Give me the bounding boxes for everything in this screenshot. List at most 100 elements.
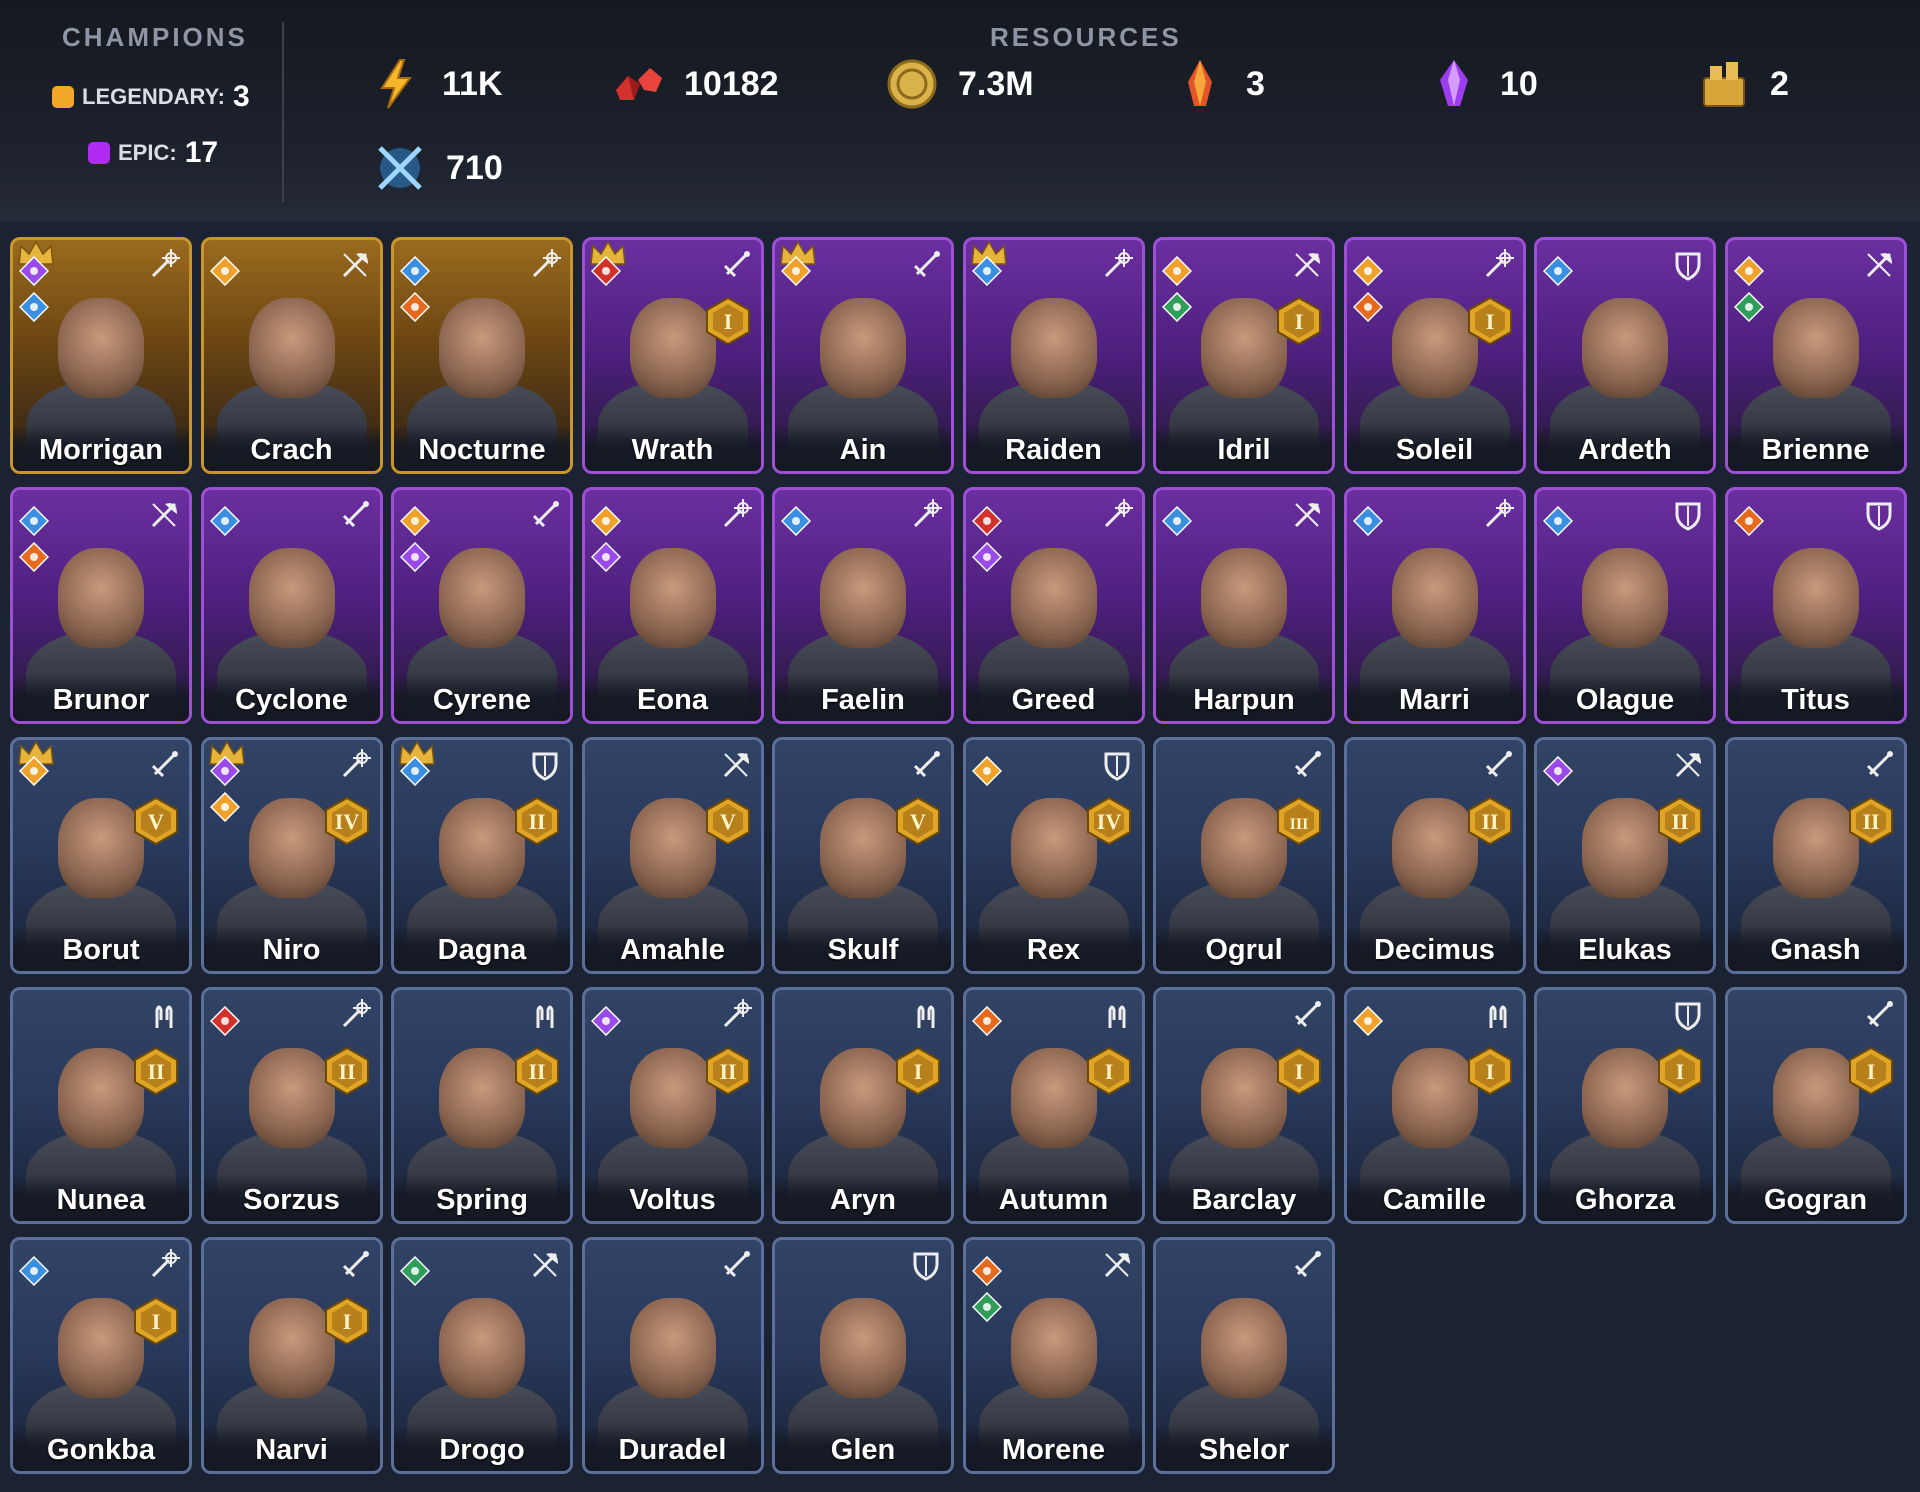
rank-numeral: II [1862, 809, 1879, 834]
portrait-head [1201, 548, 1287, 648]
champion-card-sorzus[interactable]: II Sorzus [200, 987, 383, 1224]
champion-name: Ogrul [1156, 925, 1332, 971]
champion-name: Eona [584, 675, 761, 721]
champion-card-duradel[interactable]: Duradel [581, 1237, 764, 1474]
portrait-head [1010, 298, 1097, 398]
champion-card-spring[interactable]: II Spring [391, 987, 573, 1224]
champion-card-raiden[interactable]: Raiden [962, 237, 1145, 474]
champion-card-nunea[interactable]: II Nunea [10, 987, 192, 1224]
axe-class-icon [723, 752, 749, 778]
champion-card-wrath[interactable]: I Wrath [581, 237, 764, 474]
champion-card-greed[interactable]: Greed [962, 487, 1145, 724]
champion-card-skulf[interactable]: V Skulf [772, 737, 954, 974]
champion-card-ghorza[interactable]: I Ghorza [1534, 987, 1716, 1224]
force-affinity-icon [1162, 256, 1192, 286]
portrait-head [248, 1298, 335, 1398]
champion-card-brunor[interactable]: Brunor [10, 487, 192, 724]
portrait-head [1201, 298, 1287, 398]
shield-class-icon [1675, 252, 1701, 281]
champion-card-harpun[interactable]: Harpun [1153, 487, 1335, 724]
portrait-head [1201, 1048, 1287, 1148]
champion-card-aryn[interactable]: I Aryn [772, 987, 954, 1224]
champion-card-glen[interactable]: Glen [772, 1237, 954, 1474]
rank-badge: II [705, 1046, 750, 1096]
rank-numeral: III [1290, 816, 1309, 833]
champion-card-gonkba[interactable]: I Gonkba [10, 1237, 192, 1474]
portrait-head [439, 798, 525, 898]
fire-affinity-icon [971, 1006, 1002, 1036]
champion-card-borut[interactable]: V Borut [10, 737, 192, 974]
shield-class-icon [532, 752, 558, 781]
rank-numeral: I [1485, 1059, 1494, 1084]
champion-card-dagna[interactable]: II Dagna [391, 737, 573, 974]
void-affinity-icon [19, 256, 49, 286]
champion-name: Duradel [584, 1425, 761, 1471]
resources-header: CHAMPIONS LEGENDARY: 3 EPIC: 17 RESOURCE… [0, 0, 1920, 222]
champion-card-gnash[interactable]: II Gnash [1724, 737, 1907, 974]
champion-card-brienne[interactable]: Brienne [1724, 237, 1907, 474]
resource-arena-tokens: 710 [372, 140, 503, 196]
champion-card-cyclone[interactable]: Cyclone [200, 487, 383, 724]
energy-bolt-icon [380, 59, 412, 109]
champion-card-morrigan[interactable]: Morrigan [10, 237, 192, 474]
champion-card-soleil[interactable]: I Soleil [1343, 237, 1526, 474]
champion-card-camille[interactable]: I Camille [1343, 987, 1526, 1224]
portrait-head [58, 1048, 144, 1148]
champion-card-drogo[interactable]: Drogo [391, 1237, 573, 1474]
champion-card-morene[interactable]: Morene [962, 1237, 1145, 1474]
champion-card-shelor[interactable]: Shelor [1153, 1237, 1335, 1474]
magic-affinity-icon [1543, 506, 1573, 536]
champion-card-decimus[interactable]: II Decimus [1343, 737, 1526, 974]
portrait-head [58, 548, 144, 648]
champion-card-amahle[interactable]: V Amahle [581, 737, 764, 974]
champion-card-ardeth[interactable]: Ardeth [1534, 237, 1716, 474]
champion-card-narvi[interactable]: I Narvi [200, 1237, 383, 1474]
champion-name: Raiden [965, 425, 1142, 471]
shield-class-icon [913, 1252, 939, 1281]
champion-card-marri[interactable]: Marri [1343, 487, 1526, 724]
axe-class-icon [151, 502, 177, 528]
champion-card-niro[interactable]: IV Niro [200, 737, 383, 974]
champion-name: Borut [13, 925, 189, 971]
portrait-head [629, 548, 716, 648]
champion-name: Brienne [1727, 425, 1904, 471]
champion-card-cyrene[interactable]: Cyrene [391, 487, 573, 724]
portrait-head [1201, 1298, 1287, 1398]
champion-name: Ardeth [1537, 425, 1713, 471]
champion-name: Titus [1727, 675, 1904, 721]
wand-class-icon [1104, 499, 1133, 528]
resource-purple-crystal: 10 [1426, 56, 1538, 112]
force-affinity-icon [19, 756, 49, 786]
epic-label: EPIC: [118, 140, 177, 165]
sword-class-icon [913, 251, 940, 278]
champion-name: Spring [394, 1175, 570, 1221]
champion-card-gogran[interactable]: I Gogran [1724, 987, 1907, 1224]
champion-card-ogrul[interactable]: III Ogrul [1153, 737, 1335, 974]
champion-card-rex[interactable]: IV Rex [962, 737, 1145, 974]
wand-class-icon [1485, 499, 1514, 528]
champion-card-voltus[interactable]: II Voltus [581, 987, 764, 1224]
champion-card-crach[interactable]: Crach [200, 237, 383, 474]
shield-class-icon [1104, 752, 1129, 781]
champion-card-idril[interactable]: I Idril [1153, 237, 1335, 474]
magic-affinity-icon [1162, 506, 1192, 536]
legendary-count: LEGENDARY: 3 [52, 80, 250, 114]
champion-card-eona[interactable]: Eona [581, 487, 764, 724]
rank-badge: I [1467, 296, 1512, 346]
champion-name: Idril [1156, 425, 1332, 471]
crossed-swords-icon [378, 146, 422, 190]
champion-card-barclay[interactable]: I Barclay [1153, 987, 1335, 1224]
wand-class-icon [913, 499, 942, 528]
champion-card-autumn[interactable]: I Autumn [962, 987, 1145, 1224]
champion-card-nocturne[interactable]: Nocturne [391, 237, 573, 474]
champion-card-titus[interactable]: Titus [1724, 487, 1907, 724]
champion-card-elukas[interactable]: II Elukas [1534, 737, 1716, 974]
portrait-head [629, 1048, 716, 1148]
champion-card-faelin[interactable]: Faelin [772, 487, 954, 724]
axe-class-icon [1866, 252, 1892, 278]
portrait-head [629, 298, 716, 398]
portrait-head [439, 1298, 525, 1398]
magic-affinity-icon [209, 506, 240, 536]
champion-card-olague[interactable]: Olague [1534, 487, 1716, 724]
champion-card-ain[interactable]: Ain [772, 237, 954, 474]
